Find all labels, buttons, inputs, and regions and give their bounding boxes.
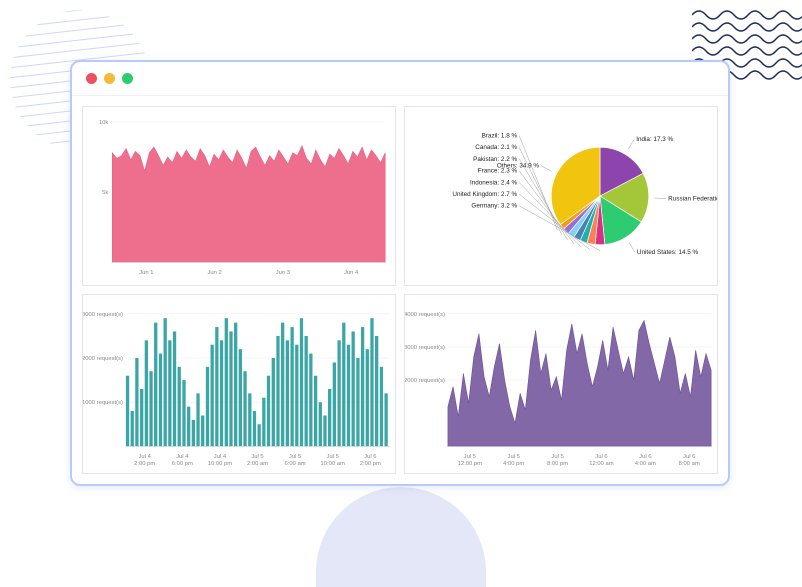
svg-text:4:00 am: 4:00 am bbox=[635, 461, 656, 467]
svg-text:Jul 5: Jul 5 bbox=[251, 454, 263, 460]
svg-text:Jul 5: Jul 5 bbox=[464, 454, 476, 460]
window-maximize-dot[interactable] bbox=[122, 73, 133, 84]
svg-text:1000 request(s): 1000 request(s) bbox=[83, 400, 123, 406]
svg-text:5k: 5k bbox=[102, 190, 108, 196]
svg-text:Jun 2: Jun 2 bbox=[207, 270, 221, 276]
area-chart-purple: 4000 request(s) 3000 request(s) 2000 reque… bbox=[405, 295, 717, 473]
svg-text:8:00 pm: 8:00 pm bbox=[547, 461, 568, 467]
svg-text:3000 request(s): 3000 request(s) bbox=[83, 312, 123, 318]
window-close-dot[interactable] bbox=[86, 73, 97, 84]
svg-text:Germany: 3.2 %: Germany: 3.2 % bbox=[471, 203, 517, 210]
svg-text:Brazil: 1.8 %: Brazil: 1.8 % bbox=[482, 133, 518, 140]
svg-text:Indonesia: 2.4 %: Indonesia: 2.4 % bbox=[470, 179, 518, 186]
svg-text:India: 17.3 %: India: 17.3 % bbox=[636, 136, 673, 143]
svg-text:12:00 pm: 12:00 pm bbox=[458, 461, 482, 467]
svg-text:3000 request(s): 3000 request(s) bbox=[405, 345, 445, 351]
svg-text:2:00 pm: 2:00 pm bbox=[360, 461, 381, 467]
window-minimize-dot[interactable] bbox=[104, 73, 115, 84]
titlebar bbox=[72, 62, 728, 96]
svg-text:2:00 pm: 2:00 pm bbox=[134, 461, 155, 467]
svg-text:Jul 6: Jul 6 bbox=[364, 454, 376, 460]
svg-text:6:00 pm: 6:00 pm bbox=[172, 461, 193, 467]
svg-text:Jun 3: Jun 3 bbox=[276, 270, 290, 276]
svg-text:2:00 am: 2:00 am bbox=[247, 461, 268, 467]
svg-text:12:00 am: 12:00 am bbox=[589, 461, 613, 467]
svg-text:10:00 pm: 10:00 pm bbox=[208, 461, 232, 467]
svg-text:Jul 5: Jul 5 bbox=[327, 454, 339, 460]
svg-text:Jul 6: Jul 6 bbox=[639, 454, 651, 460]
svg-text:10k: 10k bbox=[99, 120, 109, 126]
svg-text:4:00 pm: 4:00 pm bbox=[503, 461, 524, 467]
svg-text:2000 request(s): 2000 request(s) bbox=[405, 378, 445, 384]
svg-text:United Kingdom: 2.7 %: United Kingdom: 2.7 % bbox=[452, 191, 517, 198]
panel-area-pink: 10k 5k Jun 1 Jun 2 Jun 3 Jun 4 bbox=[82, 106, 396, 286]
svg-text:2000 request(s): 2000 request(s) bbox=[83, 356, 123, 362]
area-chart-pink: 10k 5k Jun 1 Jun 2 Jun 3 Jun 4 bbox=[83, 107, 395, 285]
panel-pie-countries: Brazil: 1.8 %Canada: 2.1 %Pakistan: 2.2 … bbox=[404, 106, 718, 286]
svg-text:Others: 34.9 %: Others: 34.9 % bbox=[497, 163, 540, 170]
browser-frame: 10k 5k Jun 1 Jun 2 Jun 3 Jun 4 Brazil: 1.8 % C… bbox=[70, 60, 730, 486]
svg-text:10:00 am: 10:00 am bbox=[321, 461, 345, 467]
svg-text:Jun 4: Jun 4 bbox=[344, 270, 359, 276]
svg-text:4000 request(s): 4000 request(s) bbox=[405, 312, 445, 318]
svg-text:Jul 5: Jul 5 bbox=[289, 454, 301, 460]
svg-text:Jul 6: Jul 6 bbox=[683, 454, 695, 460]
svg-text:Jul 5: Jul 5 bbox=[508, 454, 520, 460]
svg-text:Jun 1: Jun 1 bbox=[139, 270, 153, 276]
svg-text:Jul 4: Jul 4 bbox=[176, 454, 189, 460]
dashboard-grid: 10k 5k Jun 1 Jun 2 Jun 3 Jun 4 Brazil: 1.8 % C… bbox=[72, 96, 728, 484]
svg-text:8:00 am: 8:00 am bbox=[679, 461, 700, 467]
svg-text:Jul 5: Jul 5 bbox=[551, 454, 563, 460]
svg-text:Jul 6: Jul 6 bbox=[595, 454, 607, 460]
svg-text:United States: 14.5 %: United States: 14.5 % bbox=[637, 249, 699, 256]
panel-bars-teal: 3000 request(s) 2000 request(s) 1000 reque… bbox=[82, 294, 396, 474]
panel-area-purple: 4000 request(s) 3000 request(s) 2000 reque… bbox=[404, 294, 718, 474]
bar-chart-teal: 3000 request(s) 2000 request(s) 1000 reque… bbox=[83, 295, 395, 473]
svg-text:Canada: 2.1 %: Canada: 2.1 % bbox=[475, 144, 517, 151]
svg-text:Russian Federation: 16.6 %: Russian Federation: 16.6 % bbox=[668, 195, 717, 202]
svg-text:Jul 4: Jul 4 bbox=[214, 454, 227, 460]
decorative-blob bbox=[316, 487, 486, 587]
pie-chart-countries: Brazil: 1.8 %Canada: 2.1 %Pakistan: 2.2 … bbox=[405, 107, 717, 285]
svg-text:Jul 4: Jul 4 bbox=[139, 454, 152, 460]
svg-text:6:00 am: 6:00 am bbox=[285, 461, 306, 467]
